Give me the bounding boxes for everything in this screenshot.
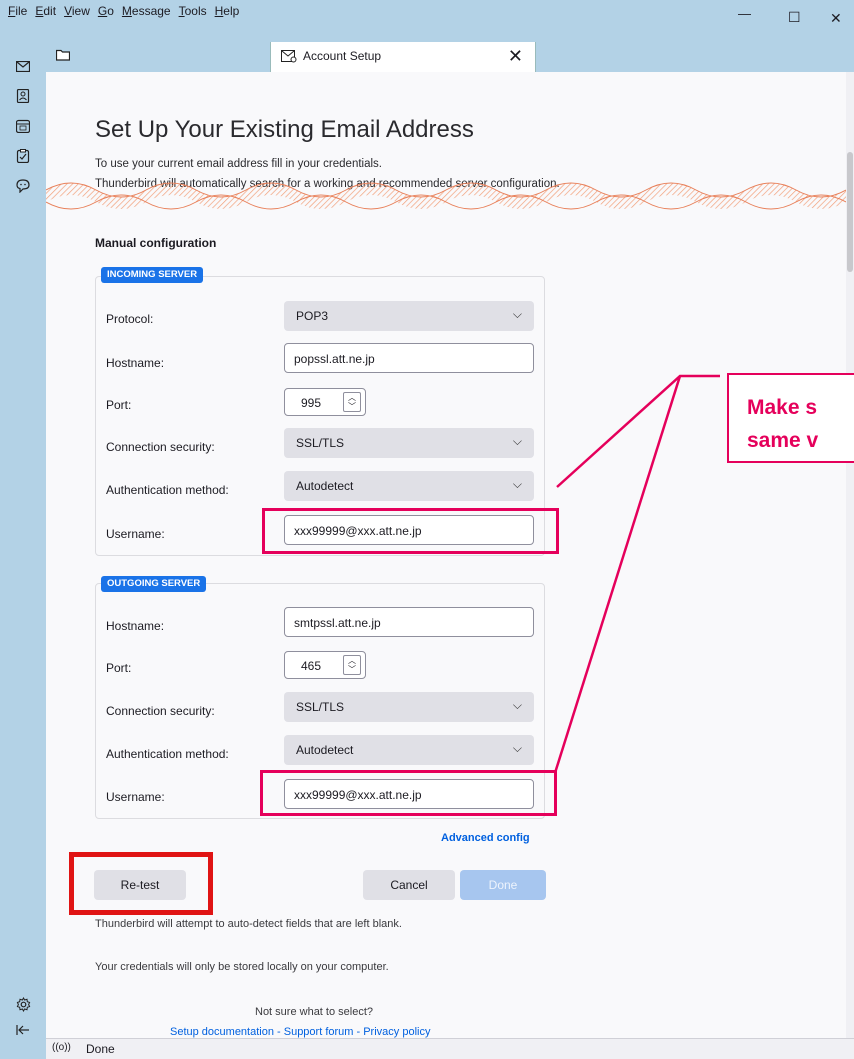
incoming-port-spinner[interactable]: ︿ ﹀ bbox=[343, 392, 361, 412]
collapse-icon[interactable] bbox=[13, 1020, 33, 1040]
outgoing-hostname-input[interactable]: smtpssl.att.ne.jp bbox=[284, 607, 534, 637]
tab-bar: Account Setup ✕ bbox=[46, 42, 854, 72]
outgoing-username-highlight bbox=[260, 770, 557, 816]
manual-config-heading: Manual configuration bbox=[95, 236, 217, 250]
annotation-callout: Make s same v bbox=[727, 373, 854, 463]
spaces-toolbar bbox=[0, 42, 46, 1059]
outgoing-security-value: SSL/TLS bbox=[296, 700, 345, 714]
incoming-security-label: Connection security: bbox=[106, 440, 215, 454]
scroll-thumb[interactable] bbox=[847, 152, 853, 272]
tab-title: Account Setup bbox=[303, 49, 382, 63]
menu-edit[interactable]: Edit bbox=[31, 0, 60, 32]
cancel-button[interactable]: Cancel bbox=[363, 870, 455, 900]
thunderbird-window: File Edit View Go Message Tools Help — ☐… bbox=[0, 0, 854, 1059]
menu-message[interactable]: Message bbox=[118, 0, 175, 32]
credentials-info: Your credentials will only be stored loc… bbox=[95, 961, 389, 973]
tab-close-icon[interactable]: ✕ bbox=[508, 46, 523, 67]
incoming-username-highlight bbox=[262, 508, 559, 554]
outgoing-port-value: 465 bbox=[301, 659, 322, 673]
incoming-port-label: Port: bbox=[106, 398, 132, 412]
minimize-button[interactable]: — bbox=[738, 6, 751, 21]
incoming-hostname-value: popssl.att.ne.jp bbox=[294, 352, 375, 366]
incoming-auth-label: Authentication method: bbox=[106, 483, 229, 497]
incoming-security-select[interactable]: SSL/TLS ⌵ bbox=[284, 428, 534, 458]
torn-edge-decoration bbox=[46, 182, 846, 210]
retest-highlight bbox=[69, 852, 213, 915]
outgoing-port-spinner[interactable]: ︿ ﹀ bbox=[343, 655, 361, 675]
outgoing-port-label: Port: bbox=[106, 661, 132, 675]
scrollbar[interactable] bbox=[846, 72, 854, 1038]
outgoing-server-legend: OUTGOING SERVER bbox=[101, 576, 207, 592]
page-title: Set Up Your Existing Email Address bbox=[95, 116, 474, 143]
incoming-security-value: SSL/TLS bbox=[296, 436, 345, 450]
incoming-hostname-label: Hostname: bbox=[106, 356, 165, 370]
menu-file[interactable]: File bbox=[4, 0, 31, 32]
menu: File Edit View Go Message Tools Help bbox=[0, 0, 243, 42]
menubar: File Edit View Go Message Tools Help — ☐… bbox=[0, 0, 854, 42]
menu-tools[interactable]: Tools bbox=[175, 0, 211, 32]
incoming-auth-value: Autodetect bbox=[296, 479, 354, 493]
settings-icon[interactable] bbox=[13, 994, 33, 1014]
chevron-down-icon: ⌵ bbox=[512, 741, 522, 755]
online-status-icon[interactable]: ((o)) bbox=[52, 1042, 71, 1053]
outgoing-auth-select[interactable]: Autodetect ⌵ bbox=[284, 735, 534, 765]
incoming-hostname-input[interactable]: popssl.att.ne.jp bbox=[284, 343, 534, 373]
incoming-port-input[interactable]: 995 ︿ ﹀ bbox=[284, 388, 366, 416]
chat-icon[interactable] bbox=[13, 176, 33, 196]
incoming-username-label: Username: bbox=[106, 527, 165, 541]
callout-text: Make s same v bbox=[747, 396, 819, 452]
calendar-icon[interactable] bbox=[13, 116, 33, 136]
done-button[interactable]: Done bbox=[460, 870, 546, 900]
incoming-auth-select[interactable]: Autodetect ⌵ bbox=[284, 471, 534, 501]
maximize-button[interactable]: ☐ bbox=[788, 9, 801, 26]
status-bar: ((o)) Done bbox=[46, 1038, 854, 1059]
outgoing-security-select[interactable]: SSL/TLS ⌵ bbox=[284, 692, 534, 722]
help-links[interactable]: Setup documentation - Support forum - Pr… bbox=[170, 1026, 430, 1038]
chevron-down-icon: ⌵ bbox=[512, 434, 522, 448]
chevron-down-icon: ⌵ bbox=[512, 307, 522, 321]
incoming-port-value: 995 bbox=[301, 396, 322, 410]
outgoing-username-label: Username: bbox=[106, 790, 165, 804]
mail-icon[interactable] bbox=[13, 56, 33, 76]
outgoing-port-input[interactable]: 465 ︿ ﹀ bbox=[284, 651, 366, 679]
chevron-down-icon: ⌵ bbox=[512, 698, 522, 712]
outgoing-security-label: Connection security: bbox=[106, 704, 215, 718]
tab-account-setup[interactable]: Account Setup ✕ bbox=[270, 42, 536, 72]
incoming-protocol-select[interactable]: POP3 ⌵ bbox=[284, 301, 534, 331]
menu-view[interactable]: View bbox=[60, 0, 94, 32]
page-subtitle: To use your current email address fill i… bbox=[95, 158, 382, 170]
outgoing-auth-value: Autodetect bbox=[296, 743, 354, 757]
account-setup-icon bbox=[281, 50, 297, 63]
menu-go[interactable]: Go bbox=[94, 0, 118, 32]
incoming-protocol-value: POP3 bbox=[296, 309, 329, 323]
autodetect-info: Thunderbird will attempt to auto-detect … bbox=[95, 918, 402, 930]
tasks-icon[interactable] bbox=[13, 146, 33, 166]
chevron-down-icon: ⌵ bbox=[512, 477, 522, 491]
incoming-protocol-label: Protocol: bbox=[106, 312, 154, 326]
menu-help[interactable]: Help bbox=[211, 0, 244, 32]
outgoing-auth-label: Authentication method: bbox=[106, 747, 229, 761]
incoming-server-legend: INCOMING SERVER bbox=[101, 267, 204, 283]
status-text: Done bbox=[86, 1042, 115, 1056]
folder-tab-icon[interactable] bbox=[55, 48, 74, 66]
address-book-icon[interactable] bbox=[13, 86, 33, 106]
outgoing-hostname-label: Hostname: bbox=[106, 619, 165, 633]
outgoing-hostname-value: smtpssl.att.ne.jp bbox=[294, 616, 381, 630]
not-sure-text: Not sure what to select? bbox=[255, 1006, 374, 1018]
advanced-config-link[interactable]: Advanced config bbox=[441, 832, 530, 844]
close-window-button[interactable]: ✕ bbox=[830, 10, 842, 27]
